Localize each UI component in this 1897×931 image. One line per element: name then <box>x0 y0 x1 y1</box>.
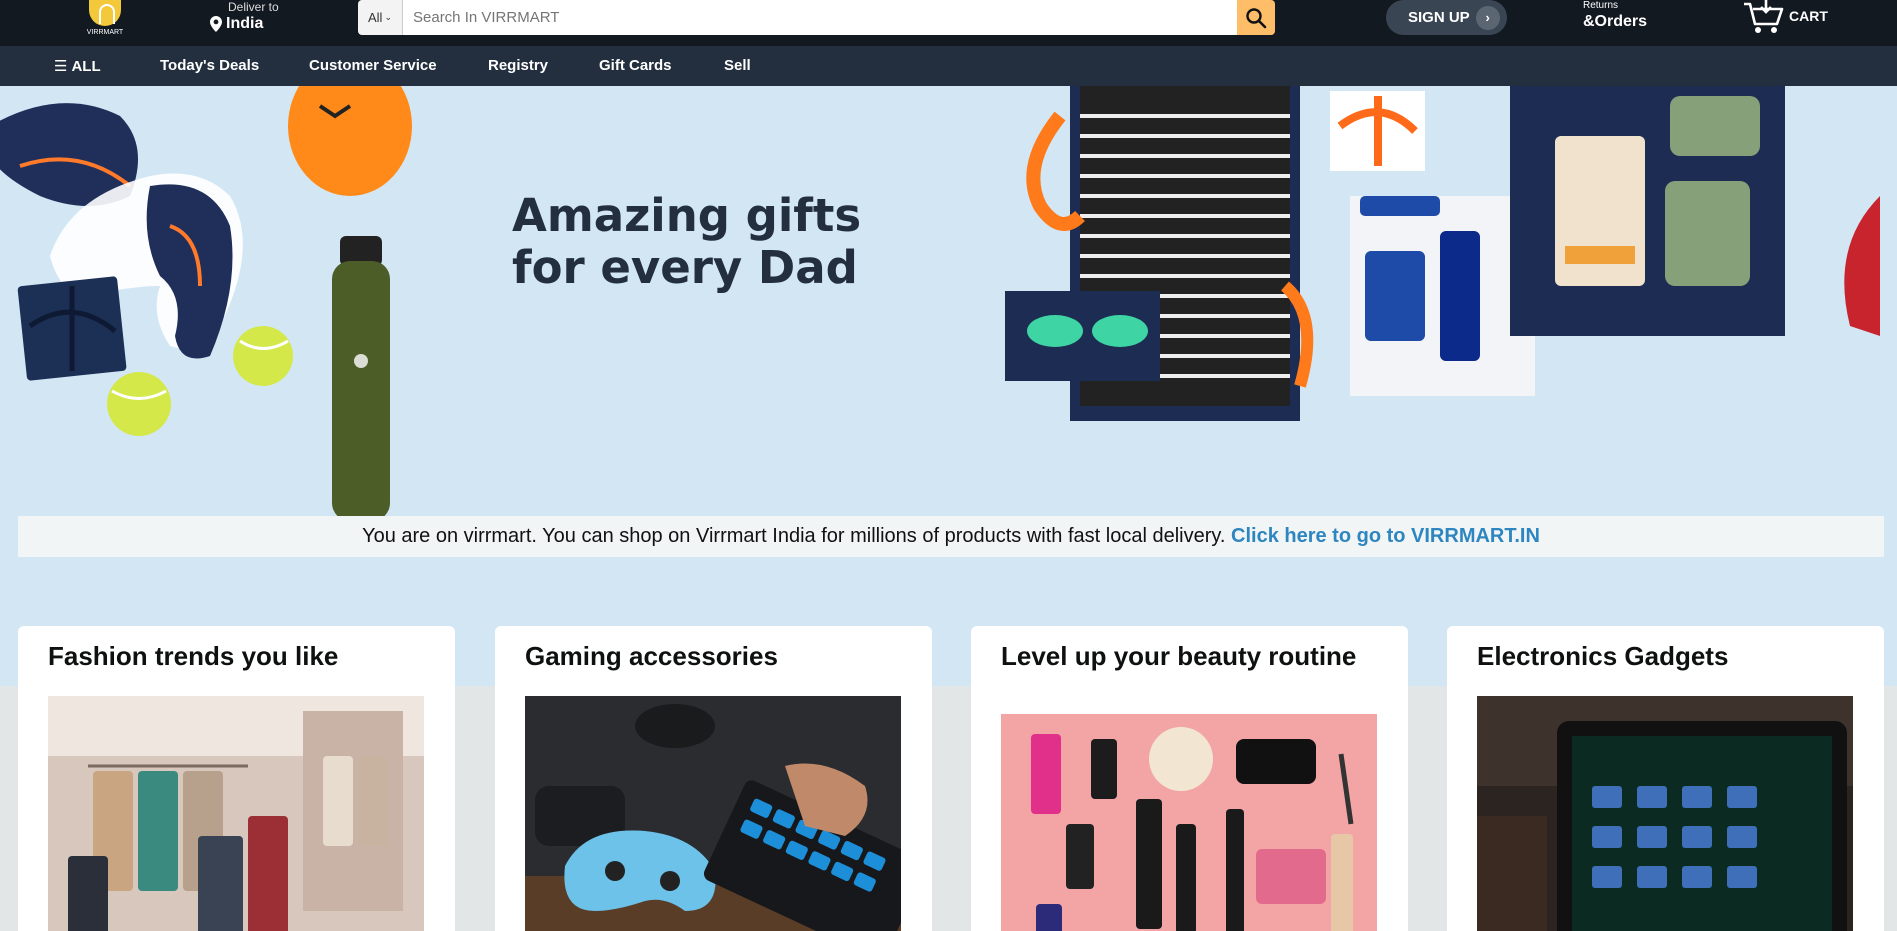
beauty-products-image[interactable] <box>1001 714 1377 931</box>
hero-right-products-image <box>1005 86 1880 421</box>
go-to-virrmart-in-link[interactable]: Click here to go to VIRRMART.IN <box>1231 525 1540 547</box>
cart-link[interactable]: CART <box>1742 0 1828 36</box>
card-title: Gaming accessories <box>525 641 778 671</box>
card-beauty[interactable]: Level up your beauty routine <box>971 626 1408 931</box>
sign-up-button[interactable]: SIGN UP › <box>1386 0 1507 35</box>
returns-orders-link[interactable]: Returns &Orders <box>1583 0 1647 31</box>
site-logo[interactable]: VIRRMART <box>84 0 126 38</box>
logo-mark-icon <box>89 0 121 26</box>
orders-label: &Orders <box>1583 13 1648 30</box>
deliver-to[interactable]: Deliver to India <box>210 0 279 33</box>
hero-title-line-2: for every Dad <box>512 241 858 294</box>
search-category-select[interactable]: All ⌄ <box>358 0 403 35</box>
search-category-value: All <box>368 10 383 25</box>
nav-gift-cards[interactable]: Gift Cards <box>599 57 672 74</box>
search-input[interactable] <box>403 0 1237 35</box>
nav-customer-service[interactable]: Customer Service <box>309 57 437 74</box>
sign-up-label: SIGN UP <box>1408 9 1470 26</box>
hero-title: Amazing gifts for every Dad <box>512 190 861 294</box>
cart-label: CART <box>1789 8 1828 24</box>
nav-all-menu[interactable]: ☰ ALL <box>54 57 101 76</box>
chevron-down-icon: ⌄ <box>384 12 392 22</box>
hero-title-line-1: Amazing gifts <box>512 189 862 242</box>
location-pin-icon <box>210 16 222 32</box>
card-fashion[interactable]: Fashion trends you like <box>18 626 455 931</box>
logo-text: VIRRMART <box>86 29 124 36</box>
hamburger-icon: ☰ <box>54 58 68 75</box>
returns-label: Returns <box>1583 0 1619 11</box>
search-button[interactable] <box>1237 0 1275 35</box>
nav-bar: ☰ ALL Today's Deals Customer Service Reg… <box>0 46 1897 86</box>
chevron-right-icon: › <box>1475 5 1500 30</box>
deliver-location: India <box>226 15 264 32</box>
region-notice-text: You are on virrmart. You can shop on Vir… <box>362 525 1226 547</box>
card-title: Level up your beauty routine <box>1001 641 1357 671</box>
gaming-accessories-image[interactable] <box>525 696 901 931</box>
fashion-store-image[interactable] <box>48 696 424 931</box>
nav-all-label: ALL <box>71 57 101 75</box>
search-icon <box>1246 7 1267 28</box>
hero-left-products-image <box>0 86 412 521</box>
card-title: Electronics Gadgets <box>1477 641 1729 671</box>
card-gaming[interactable]: Gaming accessories <box>495 626 932 931</box>
card-title: Fashion trends you like <box>48 641 339 671</box>
nav-sell[interactable]: Sell <box>724 57 751 74</box>
region-notice: You are on virrmart. You can shop on Vir… <box>18 516 1884 557</box>
cart-icon <box>1744 0 1784 33</box>
nav-todays-deals[interactable]: Today's Deals <box>160 57 259 74</box>
electronics-gadgets-image[interactable] <box>1477 696 1853 931</box>
search-bar: All ⌄ <box>358 0 1275 35</box>
hero-banner[interactable]: Amazing gifts for every Dad You are on v… <box>0 86 1897 686</box>
top-header: VIRRMART Deliver to India All ⌄ SIGN UP … <box>0 0 1897 46</box>
card-electronics[interactable]: Electronics Gadgets <box>1447 626 1884 931</box>
deliver-label: Deliver to <box>228 0 279 14</box>
nav-registry[interactable]: Registry <box>488 57 548 74</box>
